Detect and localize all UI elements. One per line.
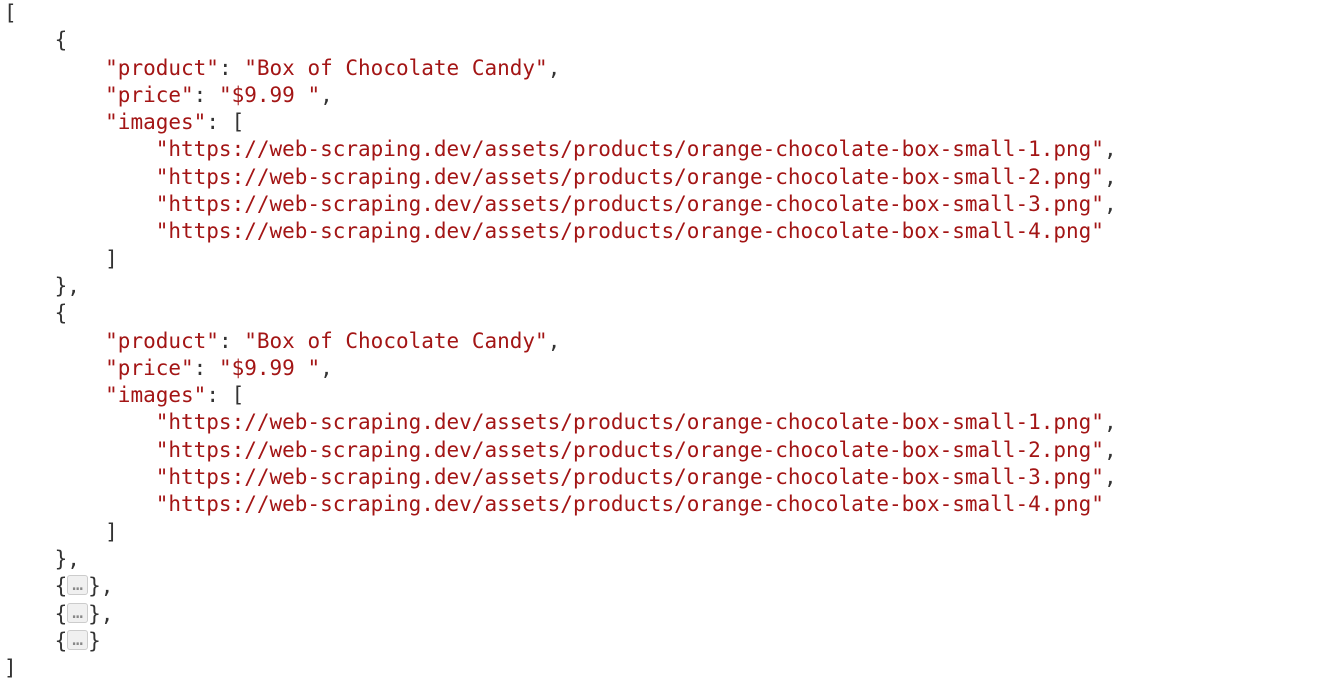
key-price: "price"	[105, 356, 194, 380]
fold-toggle-icon[interactable]: …	[67, 630, 88, 650]
key-product: "product"	[105, 56, 219, 80]
value-product: "Box of Chocolate Candy"	[244, 329, 547, 353]
fold-toggle-icon[interactable]: …	[67, 603, 88, 623]
key-price: "price"	[105, 83, 194, 107]
key-images: "images"	[105, 383, 206, 407]
image-url: "https://web-scraping.dev/assets/product…	[156, 192, 1104, 216]
key-product: "product"	[105, 329, 219, 353]
image-url: "https://web-scraping.dev/assets/product…	[156, 465, 1104, 489]
json-output: [ { "product": "Box of Chocolate Candy",…	[0, 0, 1333, 682]
fold-toggle-icon[interactable]: …	[67, 575, 88, 595]
image-url: "https://web-scraping.dev/assets/product…	[156, 492, 1104, 516]
value-product: "Box of Chocolate Candy"	[244, 56, 547, 80]
value-price: "$9.99 "	[219, 83, 320, 107]
key-images: "images"	[105, 110, 206, 134]
image-url: "https://web-scraping.dev/assets/product…	[156, 438, 1104, 462]
image-url: "https://web-scraping.dev/assets/product…	[156, 410, 1104, 434]
image-url: "https://web-scraping.dev/assets/product…	[156, 165, 1104, 189]
value-price: "$9.99 "	[219, 356, 320, 380]
image-url: "https://web-scraping.dev/assets/product…	[156, 137, 1104, 161]
image-url: "https://web-scraping.dev/assets/product…	[156, 219, 1104, 243]
